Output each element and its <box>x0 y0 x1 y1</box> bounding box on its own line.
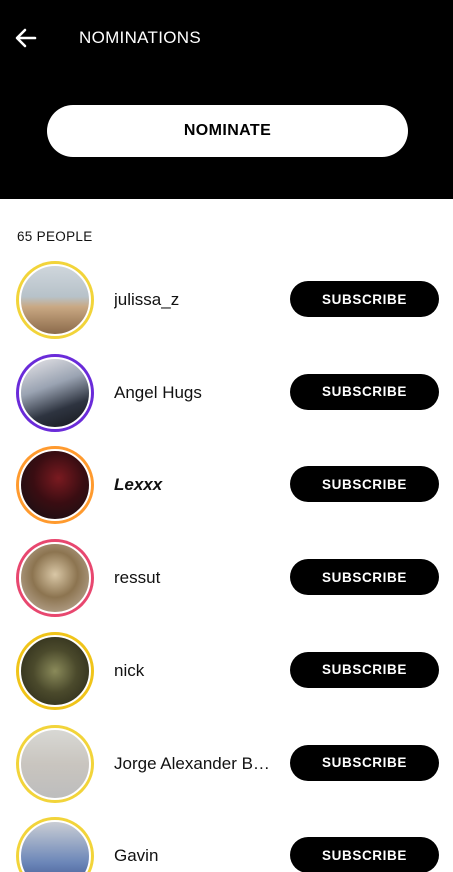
avatar-image <box>19 449 91 522</box>
avatar[interactable] <box>16 446 94 525</box>
avatar-image <box>19 820 91 872</box>
subscribe-button[interactable]: SUBSCRIBE <box>290 466 439 503</box>
list-item[interactable]: Gavin SUBSCRIBE <box>0 817 453 872</box>
subscribe-button[interactable]: SUBSCRIBE <box>290 281 439 317</box>
username[interactable]: Angel Hugs <box>114 382 274 404</box>
subscribe-button[interactable]: SUBSCRIBE <box>290 559 439 596</box>
nominate-button[interactable]: NOMINATE <box>47 105 408 157</box>
arrow-left-icon <box>15 28 37 48</box>
avatar[interactable] <box>16 353 94 432</box>
username[interactable]: julissa_z <box>114 289 274 311</box>
list-item[interactable]: nick SUBSCRIBE <box>0 631 453 712</box>
subscribe-button[interactable]: SUBSCRIBE <box>290 651 439 688</box>
avatar-image <box>19 356 91 429</box>
avatar-image <box>19 727 91 800</box>
back-button[interactable] <box>12 24 40 52</box>
avatar[interactable] <box>16 261 94 339</box>
avatar[interactable] <box>16 539 94 618</box>
avatar[interactable] <box>16 631 94 710</box>
username[interactable]: Lexxx <box>114 474 274 496</box>
subscribe-button[interactable]: SUBSCRIBE <box>290 744 439 781</box>
list-item[interactable]: Angel Hugs SUBSCRIBE <box>0 353 453 434</box>
avatar[interactable] <box>16 724 94 803</box>
username[interactable]: Gavin <box>114 845 274 867</box>
subscribe-button[interactable]: SUBSCRIBE <box>290 373 439 410</box>
list-item[interactable]: ressut SUBSCRIBE <box>0 539 453 619</box>
list-item[interactable]: Lexxx SUBSCRIBE <box>0 446 453 526</box>
avatar-image <box>19 542 91 615</box>
list-item[interactable]: julissa_z SUBSCRIBE <box>0 261 453 341</box>
subscribe-button[interactable]: SUBSCRIBE <box>290 837 439 872</box>
avatar-image <box>19 634 91 707</box>
avatar-image <box>19 264 91 336</box>
page-title: NOMINATIONS <box>79 28 201 47</box>
username[interactable]: Jorge Alexander Brito Herrera <box>114 753 274 775</box>
people-count: 65 PEOPLE <box>17 229 93 244</box>
username[interactable]: ressut <box>114 567 274 589</box>
username[interactable]: nick <box>114 660 274 682</box>
header-bar: NOMINATIONS NOMINATE <box>0 0 453 199</box>
list-item[interactable]: Jorge Alexander Brito Herrera SUBSCRIBE <box>0 724 453 805</box>
avatar[interactable] <box>16 817 94 872</box>
